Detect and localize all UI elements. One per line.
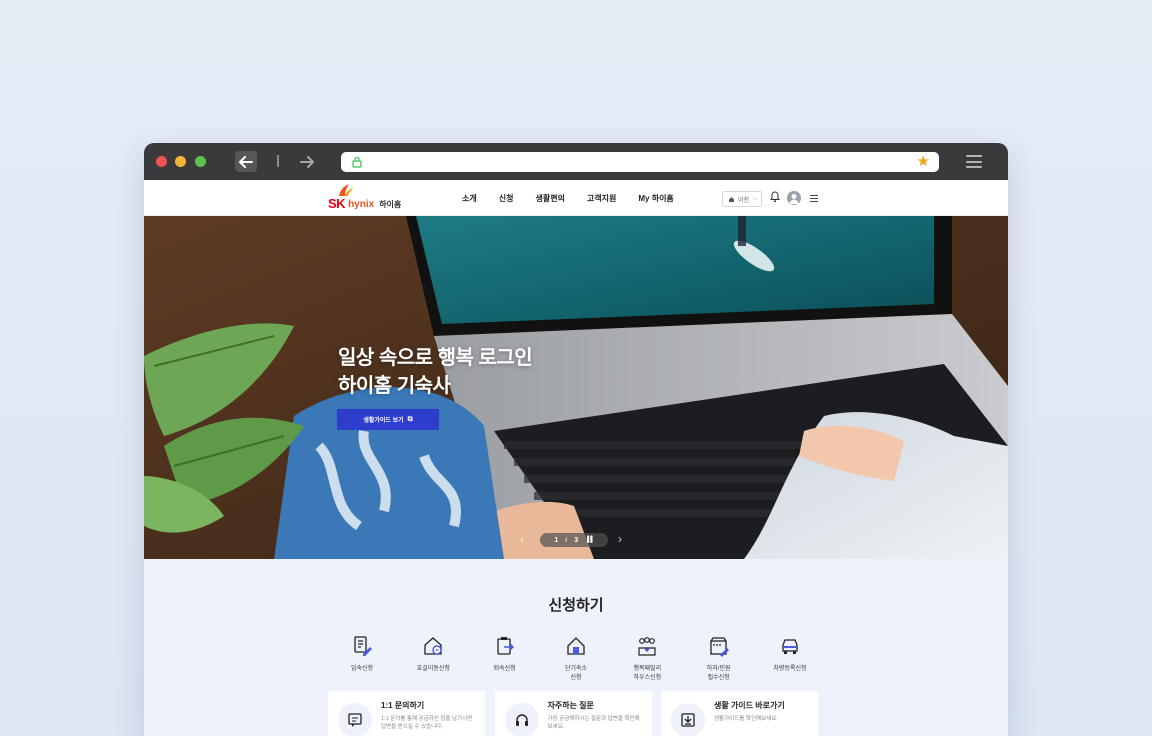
slide-total: 3 — [574, 536, 579, 544]
service-family-house[interactable]: 행복패밀리 하우스신청 — [615, 635, 679, 683]
logo-sk: SK — [328, 196, 346, 211]
service-label: 차량등록신청 — [773, 666, 807, 672]
chevron-down-icon: ⌵ — [753, 195, 758, 202]
service-label: 행복패밀리 하우스신청 — [633, 666, 662, 681]
browser-window: ★ SK hynix 하이홈 소개 신청 생활편의 고객지원 My 하이홈 이천… — [144, 143, 1008, 736]
service-short-stay[interactable]: 단기숙소 신청 — [544, 635, 608, 683]
download-icon — [671, 703, 705, 736]
nav-item-support[interactable]: 고객지원 — [587, 193, 616, 204]
slide-prev-button[interactable]: ‹ — [520, 532, 524, 546]
house-refresh-icon — [424, 637, 443, 655]
service-label: 입숙신청 — [350, 666, 374, 672]
nav-separator — [277, 155, 279, 167]
pause-icon[interactable]: ▌▌ — [587, 537, 594, 543]
life-guide-button[interactable]: 생활가이드 보기 ⧉ — [337, 409, 439, 430]
nav-item-intro[interactable]: 소개 — [462, 193, 477, 204]
browser-toolbar: ★ — [144, 143, 1008, 180]
hero-title: 일상 속으로 행복 로그인 하이홈 기숙사 — [338, 344, 533, 400]
site-select[interactable]: 이천 ⌵ — [722, 191, 762, 207]
external-link-icon: ⧉ — [407, 415, 413, 423]
card-desc: 생활가이드를 확인해보세요. — [714, 716, 778, 722]
service-move-in[interactable]: 입숙신청 — [330, 635, 394, 683]
nav-item-apply[interactable]: 신청 — [499, 193, 514, 204]
user-avatar-icon[interactable] — [787, 191, 801, 205]
life-guide-button-label: 생활가이드 보기 — [363, 418, 404, 424]
card-faq[interactable]: 자주하는 질문 가장 궁금해하시는 질문과 답변을 확인해보세요. — [494, 691, 652, 736]
card-title: 자주하는 질문 — [547, 701, 594, 710]
nav-item-my[interactable]: My 하이홈 — [638, 193, 673, 204]
card-desc: 가장 궁금해하시는 질문과 답변을 확인해보세요. — [547, 716, 640, 730]
main-nav: 소개 신청 생활편의 고객지원 My 하이홈 — [462, 180, 696, 216]
service-move-out[interactable]: 퇴숙신청 — [473, 635, 537, 683]
quick-link-cards: 1:1 문의하기 1:1 문의를 통해 궁금하신 점을 남기시면 답변을 받으실… — [328, 691, 818, 736]
home-icon — [729, 196, 734, 202]
browser-menu-button[interactable] — [966, 155, 982, 168]
bell-icon[interactable] — [770, 191, 780, 203]
slide-separator: / — [565, 536, 568, 544]
slide-next-button[interactable]: › — [618, 532, 622, 546]
family-house-icon — [638, 637, 656, 656]
back-button[interactable] — [235, 151, 257, 172]
service-label: 퇴숙신청 — [493, 666, 516, 672]
card-title: 1:1 문의하기 — [381, 701, 425, 710]
site-select-label: 이천 — [738, 197, 750, 204]
forward-button[interactable] — [296, 151, 318, 172]
hero-title-line1: 일상 속으로 행복 로그인 — [338, 347, 533, 369]
arrow-right-icon — [300, 155, 314, 168]
apply-title: 신청하기 — [548, 597, 604, 614]
close-window-button[interactable] — [156, 156, 167, 167]
service-label: 단기숙소 신청 — [564, 666, 588, 681]
logo-service-name: 하이홈 — [379, 200, 402, 209]
service-car-register[interactable]: 차량등록신청 — [758, 635, 822, 683]
service-list: 입숙신청 호실이동신청 퇴숙신청 단기숙소 신청 행복패밀리 하우스신청 하자/… — [330, 635, 822, 683]
bookmark-star-icon[interactable]: ★ — [917, 153, 930, 171]
slide-pager: 1 / 3 ▌▌ — [540, 533, 608, 547]
service-label: 하자/민원 접수신청 — [706, 666, 731, 681]
address-bar[interactable]: ★ — [341, 152, 939, 172]
site-logo[interactable]: SK hynix 하이홈 — [328, 184, 402, 211]
hero-background-image — [144, 216, 1008, 559]
maximize-window-button[interactable] — [195, 156, 206, 167]
site-header: SK hynix 하이홈 소개 신청 생활편의 고객지원 My 하이홈 이천 ⌵ — [144, 180, 1008, 216]
service-label: 호실이동신청 — [416, 666, 450, 672]
document-pen-icon — [354, 636, 372, 656]
chat-icon — [338, 703, 372, 736]
butterfly-logo-icon — [339, 184, 354, 196]
card-life-guide[interactable]: 생활 가이드 바로가기 생활가이드를 확인해보세요. — [661, 691, 818, 736]
nav-item-living[interactable]: 생활편의 — [535, 193, 564, 204]
logo-hynix: hynix — [348, 199, 375, 210]
service-repair-report[interactable]: 하자/민원 접수신청 — [687, 635, 751, 683]
hero-title-line2: 하이홈 기숙사 — [338, 375, 451, 397]
headset-icon — [504, 703, 539, 736]
hero-banner: 일상 속으로 행복 로그인 하이홈 기숙사 생활가이드 보기 ⧉ ‹ 1 / 3… — [144, 216, 1008, 559]
card-one-on-one[interactable]: 1:1 문의하기 1:1 문의를 통해 궁금하신 점을 남기시면 답변을 받으실… — [328, 691, 485, 736]
site-menu-icon[interactable] — [810, 195, 818, 202]
minimize-window-button[interactable] — [175, 156, 186, 167]
arrow-left-icon — [239, 155, 253, 168]
lock-icon — [352, 156, 362, 168]
service-room-change[interactable]: 호실이동신청 — [401, 635, 465, 683]
slide-current: 1 — [554, 536, 559, 544]
car-icon — [782, 639, 798, 654]
clipboard-exit-icon — [497, 637, 514, 655]
card-desc: 1:1 문의를 통해 궁금하신 점을 남기시면 답변을 받으실 수 있습니다. — [381, 716, 473, 730]
house-short-stay-icon — [567, 637, 585, 655]
repair-report-icon — [709, 637, 729, 657]
card-title: 생활 가이드 바로가기 — [714, 701, 785, 710]
